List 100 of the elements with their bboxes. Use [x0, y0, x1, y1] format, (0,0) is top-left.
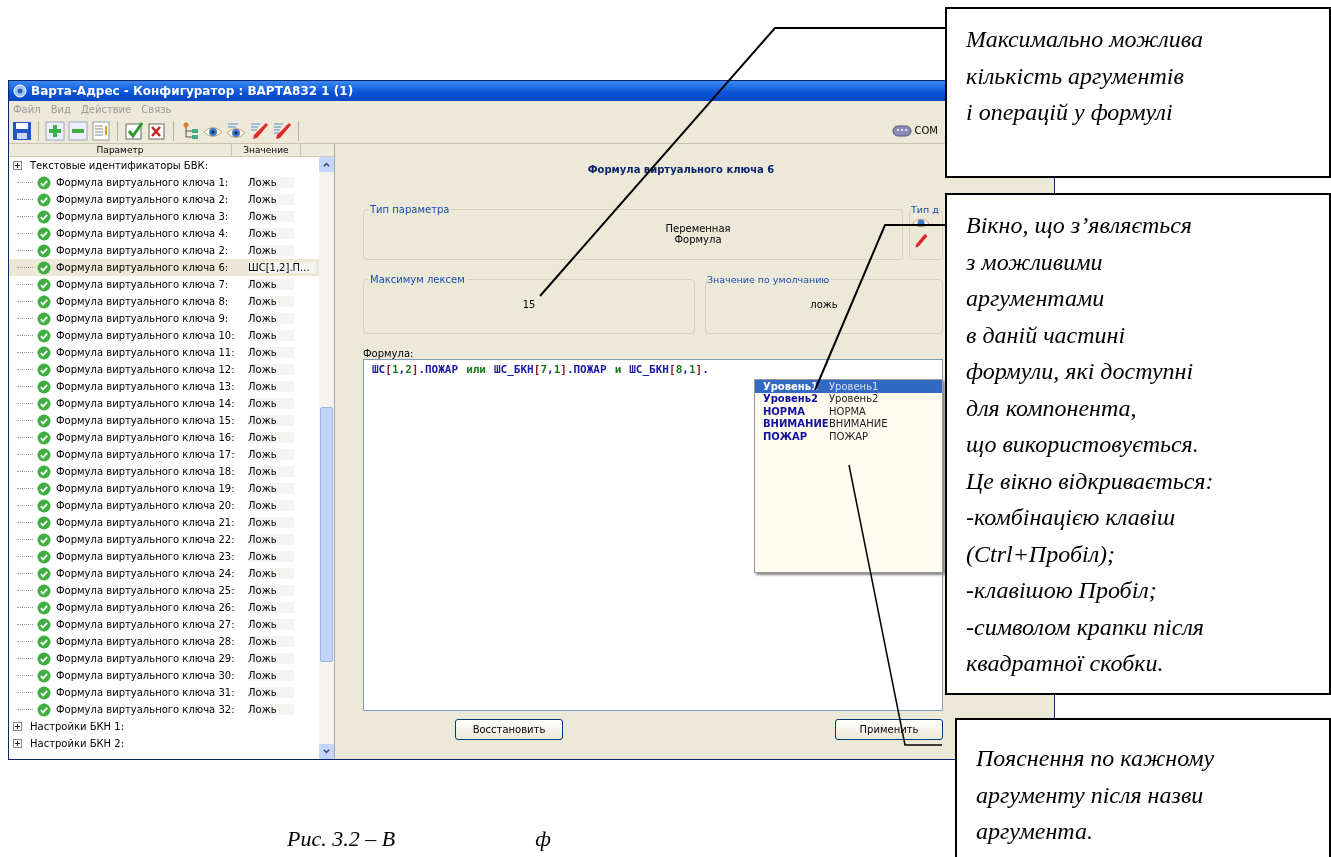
plus-box-icon[interactable] [13, 161, 22, 170]
formula-token: и [614, 363, 622, 376]
tree-item[interactable]: Формула виртуального ключа 21: Ложь [9, 514, 319, 531]
tree-item[interactable]: Формула виртуального ключа 12: Ложь [9, 361, 319, 378]
tree-item[interactable]: Формула виртуального ключа 2: Ложь [9, 242, 319, 259]
plus-box-icon[interactable] [13, 739, 22, 748]
formula-token: ШС [372, 363, 386, 376]
check-circle-icon [37, 294, 51, 309]
tree-item[interactable]: Формула виртуального ключа 11: Ложь [9, 344, 319, 361]
tree-item[interactable]: Формула виртуального ключа 23: Ложь [9, 548, 319, 565]
tree-item[interactable]: Формула виртуального ключа 6: ШС[1,2].П... [9, 259, 319, 276]
tree-item[interactable]: Формула виртуального ключа 8: Ложь [9, 293, 319, 310]
cross-icon[interactable] [147, 120, 167, 141]
tree-item[interactable]: Формула виртуального ключа 30: Ложь [9, 667, 319, 684]
tree-item[interactable]: Формула виртуального ключа 31: Ложь [9, 684, 319, 701]
tree-item[interactable]: Формула виртуального ключа 14: Ложь [9, 395, 319, 412]
column-header[interactable]: Параметр [9, 144, 232, 156]
group-legend: Максимум лексем [368, 274, 467, 285]
tree-item-label: Формула виртуального ключа 26: [56, 602, 236, 613]
group-legend: Тип параметра [368, 204, 452, 215]
tree-item-label: Формула виртуального ключа 15: [56, 415, 236, 426]
tree-item[interactable]: Формула виртуального ключа 32: Ложь [9, 701, 319, 718]
tree-item[interactable]: Формула виртуального ключа 28: Ложь [9, 633, 319, 650]
tree-item-value: Ложь [248, 415, 294, 426]
check-circle-icon [37, 685, 51, 700]
suggestion-item[interactable]: НОРМА НОРМА [755, 405, 942, 418]
tree-item[interactable]: Формула виртуального ключа 2: Ложь [9, 191, 319, 208]
column-header[interactable]: Значение [232, 144, 301, 156]
formula-token: ШС_БКН [629, 363, 669, 376]
tree-item-value: Ложь [248, 687, 294, 698]
scroll-down-button[interactable] [319, 744, 334, 759]
tree-item[interactable]: Формула виртуального ключа 24: Ложь [9, 565, 319, 582]
tree-item[interactable]: Формула виртуального ключа 27: Ложь [9, 616, 319, 633]
tree-item[interactable]: Формула виртуального ключа 25: Ложь [9, 582, 319, 599]
tree-item[interactable]: Формула виртуального ключа 10: Ложь [9, 327, 319, 344]
check-circle-icon [37, 447, 51, 462]
tree-item[interactable]: Формула виртуального ключа 16: Ложь [9, 429, 319, 446]
formula-token: , [547, 363, 554, 376]
tree-item[interactable]: Формула виртуального ключа 17: Ложь [9, 446, 319, 463]
check-circle-icon [37, 668, 51, 683]
suggestion-item[interactable]: Уровень2 Уровень2 [755, 392, 942, 405]
eye-icon[interactable] [226, 120, 246, 141]
tree-item[interactable]: Формула виртуального ключа 18: Ложь [9, 463, 319, 480]
check-circle-icon [37, 362, 51, 377]
tree-item-label: Формула виртуального ключа 2: [56, 194, 230, 205]
check-circle-icon [37, 226, 51, 241]
tree-item-value: Ложь [248, 245, 294, 256]
formula-label: Формула: [363, 348, 415, 359]
scrollbar[interactable] [319, 157, 334, 759]
tree-item-value: Ложь [248, 347, 294, 358]
formula-token: .ПОЖАР [418, 363, 459, 376]
tree-item[interactable]: Формула виртуального ключа 4: Ложь [9, 225, 319, 242]
pencil-icon[interactable] [249, 120, 269, 141]
tree-item[interactable]: Формула виртуального ключа 26: Ложь [9, 599, 319, 616]
tree-item-value: Ложь [248, 177, 294, 188]
tree-item[interactable]: Формула виртуального ключа 7: Ложь [9, 276, 319, 293]
checkbox-icon[interactable] [124, 120, 144, 141]
check-circle-icon [37, 532, 51, 547]
check-circle-icon [37, 549, 51, 564]
tree-item-label: Формула виртуального ключа 23: [56, 551, 236, 562]
tree-item-label: Формула виртуального ключа 14: [56, 398, 236, 409]
tree-item-label: Формула виртуального ключа 22: [56, 534, 236, 545]
tree-item[interactable]: Формула виртуального ключа 9: Ложь [9, 310, 319, 327]
formula-token: 2 [405, 363, 412, 376]
tree-item-label: Формула виртуального ключа 9: [56, 313, 230, 324]
check-circle-icon [37, 617, 51, 632]
formula-token: ШС_БКН [494, 363, 534, 376]
suggestion-item[interactable]: ПОЖАР ПОЖАР [755, 430, 942, 443]
tree-item[interactable]: Формула виртуального ключа 15: Ложь [9, 412, 319, 429]
tree-group[interactable]: Настройки БКН 2: [9, 735, 319, 752]
tree-item[interactable]: Формула виртуального ключа 29: Ложь [9, 650, 319, 667]
tree-item[interactable]: Формула виртуального ключа 22: Ложь [9, 531, 319, 548]
chevron-up-icon [322, 160, 331, 169]
save-icon[interactable] [12, 120, 32, 141]
tree-item[interactable]: Формула виртуального ключа 13: Ложь [9, 378, 319, 395]
default-value: ложь [809, 299, 839, 310]
scroll-thumb[interactable] [320, 407, 333, 662]
figure-caption: Рис. 3.2 – В [287, 826, 396, 852]
tree-item[interactable]: Формула виртуального ключа 20: Ложь [9, 497, 319, 514]
tree-item-label: Формула виртуального ключа 7: [56, 279, 230, 290]
check-circle-icon [37, 277, 51, 292]
tree-item-value: Ложь [248, 483, 294, 494]
tree-item-label: Формула виртуального ключа 2: [56, 245, 230, 256]
restore-button[interactable]: Восстановить [455, 719, 563, 740]
check-circle-icon [37, 345, 51, 360]
formula-token: или [466, 363, 486, 376]
tree-item[interactable]: Формула виртуального ключа 1: Ложь [9, 174, 319, 191]
tree-group[interactable]: Текстовые идентификаторы БВК: [9, 157, 319, 174]
tree-item[interactable]: Формула виртуального ключа 3: Ложь [9, 208, 319, 225]
tree-item[interactable]: Формула виртуального ключа 19: Ложь [9, 480, 319, 497]
pencil-icon[interactable] [272, 120, 292, 141]
tree-group[interactable]: Настройки БКН 1: [9, 718, 319, 735]
tree-item-value: Ложь [248, 636, 294, 647]
scroll-up-button[interactable] [319, 157, 334, 172]
tree-item-label: Формула виртуального ключа 17: [56, 449, 236, 460]
plus-box-icon[interactable] [13, 722, 22, 731]
check-circle-icon [37, 243, 51, 258]
window-title: Варта-Адрес - Конфигуратор : ВАРТА832 1 (1) [31, 84, 354, 98]
tree-item-value: Ложь [248, 432, 294, 443]
suggestion-item[interactable]: ВНИМАНИЕВНИМАНИЕ [755, 417, 942, 430]
